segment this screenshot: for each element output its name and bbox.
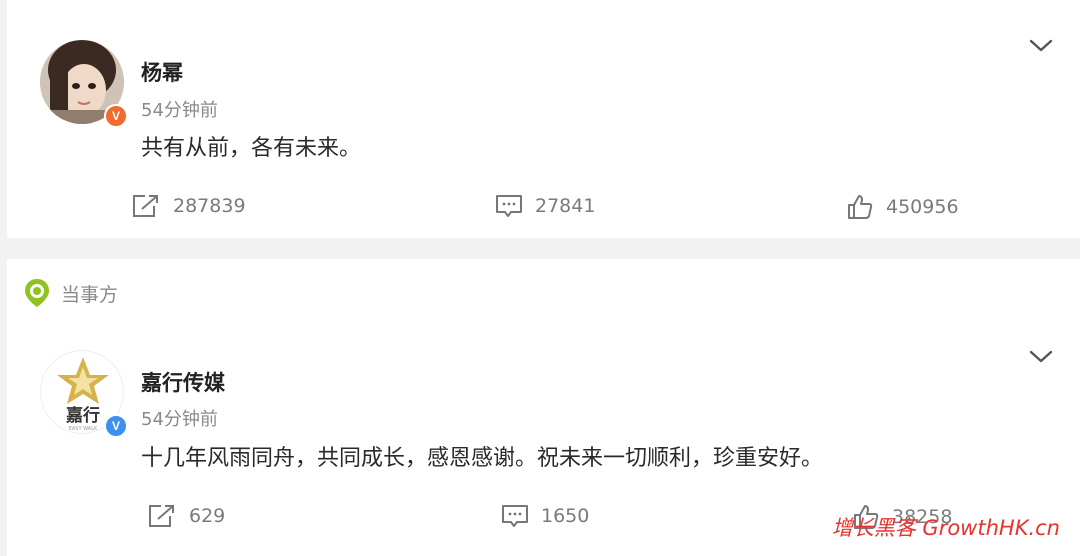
watermark: 增长黑客 GrowthHK.cn (831, 516, 1060, 540)
svg-text:嘉行: 嘉行 (65, 405, 100, 426)
thumbs-up-icon (848, 195, 873, 219)
share-count: 287839 (173, 195, 246, 217)
share-button[interactable]: 287839 (131, 193, 246, 219)
author-name[interactable]: 嘉行传媒 (141, 367, 225, 397)
post-time: 54分钟前 (141, 409, 218, 430)
post-content: 十几年风雨同舟，共同成长，感恩感谢。祝未来一切顺利，珍重安好。 (141, 446, 824, 471)
comment-icon (502, 505, 528, 527)
svg-text:EASY WALK: EASY WALK (69, 426, 98, 432)
comment-count: 27841 (535, 195, 596, 217)
verified-badge-icon: V (104, 104, 128, 128)
verified-badge-icon: V (104, 414, 128, 438)
author-name[interactable]: 杨幂 (141, 57, 183, 87)
post-time: 54分钟前 (141, 100, 218, 121)
comment-icon (496, 195, 522, 217)
comment-count: 1650 (541, 505, 590, 527)
section-label-text: 当事方 (61, 283, 119, 306)
post-content: 共有从前，各有未来。 (141, 136, 362, 161)
share-button[interactable]: 629 (147, 503, 225, 529)
like-count: 450956 (886, 196, 959, 218)
chevron-down-icon[interactable] (1027, 347, 1055, 367)
comment-button[interactable]: 27841 (495, 193, 595, 219)
share-count: 629 (189, 505, 226, 527)
section-label: 当事方 (23, 277, 118, 309)
post-card: V 杨幂 54分钟前 共有从前，各有未来。 287839 27841 45095… (7, 0, 1080, 238)
location-pin-icon (25, 279, 49, 307)
share-icon (133, 195, 158, 217)
share-icon (149, 505, 174, 527)
like-button[interactable]: 450956 (846, 193, 959, 221)
chevron-down-icon[interactable] (1027, 36, 1055, 56)
comment-button[interactable]: 1650 (501, 503, 589, 529)
